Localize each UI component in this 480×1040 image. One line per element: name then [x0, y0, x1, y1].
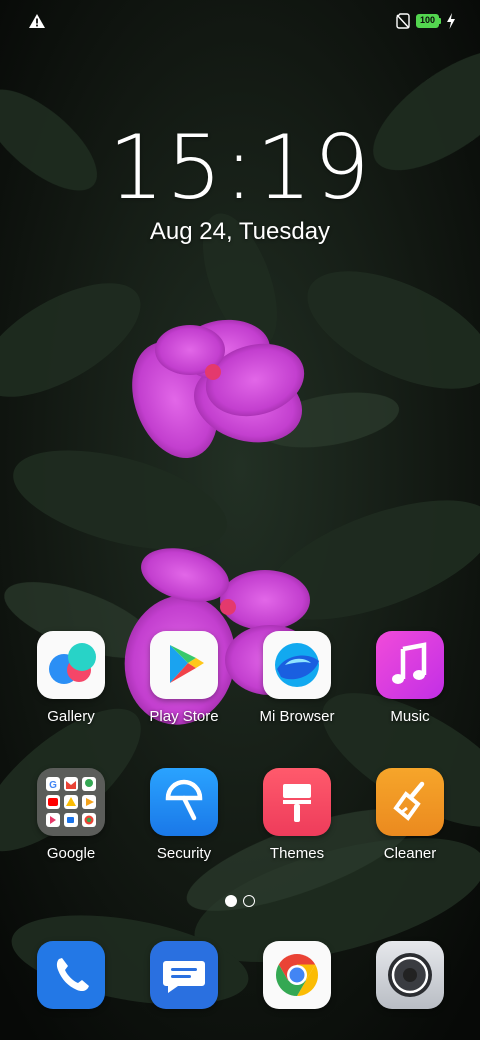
warning-icon	[29, 14, 45, 28]
app-google-folder[interactable]: G Google	[15, 768, 127, 884]
app-label: Security	[156, 845, 212, 862]
app-music[interactable]: Music	[354, 631, 466, 747]
app-label: Cleaner	[383, 845, 437, 862]
app-label: Play Store	[149, 708, 219, 725]
app-label: Gallery	[47, 708, 95, 725]
page-indicator[interactable]	[222, 895, 258, 907]
app-label: Music	[390, 708, 430, 725]
camera-icon	[376, 941, 444, 1009]
messages-icon	[150, 941, 218, 1009]
svg-text:G: G	[49, 780, 57, 791]
battery-icon: 100	[416, 14, 442, 28]
status-bar: 100	[0, 0, 480, 42]
page-dot[interactable]	[243, 895, 255, 907]
google-folder-icon: G	[37, 768, 105, 836]
play-store-icon	[150, 631, 218, 699]
clock: 15:19	[108, 116, 372, 219]
music-icon	[376, 631, 444, 699]
mi-browser-icon	[263, 631, 331, 699]
dock-messages[interactable]	[128, 941, 240, 1040]
page-dot-current[interactable]	[225, 895, 237, 907]
app-label: Themes	[269, 845, 325, 862]
chrome-icon	[263, 941, 331, 1009]
app-label: Mi Browser	[259, 708, 335, 725]
charging-bolt-icon	[447, 13, 455, 29]
cleaner-icon	[376, 768, 444, 836]
app-gallery[interactable]: Gallery	[15, 631, 127, 747]
dock-chrome[interactable]	[241, 941, 353, 1040]
dock-phone[interactable]	[15, 941, 127, 1040]
app-cleaner[interactable]: Cleaner	[354, 768, 466, 884]
phone-icon	[37, 941, 105, 1009]
app-mi-browser[interactable]: Mi Browser	[241, 631, 353, 747]
security-icon	[150, 768, 218, 836]
dock-camera[interactable]	[354, 941, 466, 1040]
battery-level: 100	[416, 14, 439, 28]
gallery-icon	[37, 631, 105, 699]
app-themes[interactable]: Themes	[241, 768, 353, 884]
themes-icon	[263, 768, 331, 836]
app-security[interactable]: Security	[128, 768, 240, 884]
app-label: Google	[46, 845, 96, 862]
date: Aug 24, Tuesday	[149, 218, 331, 245]
no-sim-icon	[396, 13, 410, 29]
app-play-store[interactable]: Play Store	[128, 631, 240, 747]
